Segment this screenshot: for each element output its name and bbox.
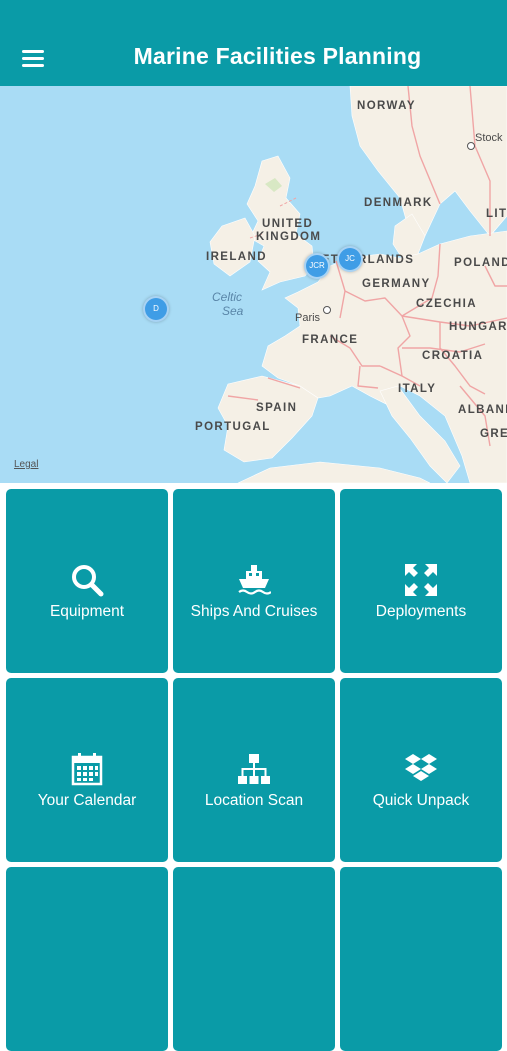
map-label-germany: GERMANY <box>362 278 431 290</box>
map-view[interactable]: NORWAY DENMARK UNITED KINGDOM IRELAND NE… <box>0 86 507 483</box>
ship-icon <box>173 563 335 597</box>
tile-label: Equipment <box>49 603 125 620</box>
tile-label: Location Scan <box>204 792 304 809</box>
map-city-stockholm-dot <box>467 142 475 150</box>
tile-your-calendar[interactable]: Your Calendar <box>6 678 168 862</box>
map-label-united: UNITED <box>262 218 314 230</box>
map-marker-jcr[interactable]: JCR <box>304 253 330 279</box>
map-label-france: FRANCE <box>302 334 359 346</box>
page-title: Marine Facilities Planning <box>133 43 422 69</box>
map-label-lithuania: LIT <box>486 208 507 220</box>
map-label-hungary: HUNGARY <box>449 321 507 333</box>
tile-quick-unpack[interactable]: Quick Unpack <box>340 678 502 862</box>
map-marker-d[interactable]: D <box>143 296 169 322</box>
tile-label: Ships And Cruises <box>190 603 318 620</box>
expand-arrows-icon <box>340 563 502 597</box>
map-label-italy: ITALY <box>398 383 437 395</box>
map-label-albania: ALBANIA <box>458 404 507 416</box>
map-label-celtic: Celtic <box>212 290 243 304</box>
map-city-paris-dot <box>323 306 331 314</box>
tile-location-scan[interactable]: Location Scan <box>173 678 335 862</box>
hamburger-menu-icon[interactable] <box>22 48 46 68</box>
calendar-icon <box>6 752 168 786</box>
tile-label: Deployments <box>375 603 467 620</box>
map-label-kingdom: KINGDOM <box>256 231 322 243</box>
tile-deployments[interactable]: Deployments <box>340 489 502 673</box>
map-label-spain: SPAIN <box>256 402 298 414</box>
map-label-greece: GREECE <box>480 428 507 440</box>
map-legal-link[interactable]: Legal <box>14 459 38 470</box>
map-label-poland: POLAND <box>454 257 507 269</box>
map-marker-jc[interactable]: JC <box>337 246 363 272</box>
menu-grid: Equipment Ships And Cruises Deployments … <box>0 483 507 1051</box>
tile-label: Quick Unpack <box>372 792 470 809</box>
map-city-stockholm: Stock <box>475 132 503 144</box>
map-label-denmark: DENMARK <box>364 197 433 209</box>
map-label-norway: NORWAY <box>357 100 416 112</box>
tile-row3-2[interactable] <box>173 867 335 1051</box>
map-label-portugal: PORTUGAL <box>195 421 271 433</box>
tile-equipment[interactable]: Equipment <box>6 489 168 673</box>
sitemap-icon <box>173 752 335 786</box>
tile-ships-and-cruises[interactable]: Ships And Cruises <box>173 489 335 673</box>
app-bar: Marine Facilities Planning <box>0 0 507 86</box>
map-label-sea: Sea <box>222 304 244 318</box>
tile-row3-3[interactable] <box>340 867 502 1051</box>
map-label-ireland: IRELAND <box>206 251 267 263</box>
map-city-paris: Paris <box>295 312 321 324</box>
tile-label: Your Calendar <box>37 792 137 809</box>
search-icon <box>6 563 168 597</box>
dropbox-icon <box>340 752 502 786</box>
map-label-croatia: CROATIA <box>422 350 484 362</box>
map-label-czechia: CZECHIA <box>416 298 477 310</box>
tile-row3-1[interactable] <box>6 867 168 1051</box>
